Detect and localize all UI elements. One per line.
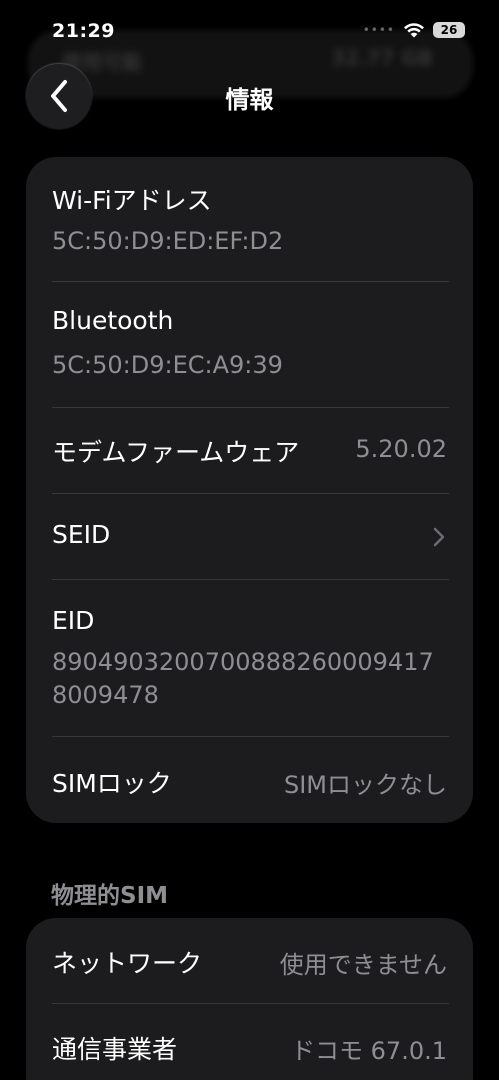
status-time: 21:29 [52,20,115,42]
wifi-address-label: Wi-Fiアドレス [52,186,212,215]
eid-row[interactable]: EID 89049032007008882600094​17 8009478 [52,580,473,737]
seid-label: SEID [52,520,111,549]
network-value: 使用できません [279,951,447,979]
eid-label: EID [52,606,95,635]
battery-indicator: 26 [433,22,465,38]
wifi-address-row[interactable]: Wi-Fiアドレス 5C:50:D9:ED:EF:D2 [52,157,473,282]
modem-firmware-row[interactable]: モデムファームウェア 5.20.02 [52,408,473,494]
carrier-value: ドコモ 67.0.1 [291,1037,447,1065]
device-info-card: Wi-Fiアドレス 5C:50:D9:ED:EF:D2 Bluetooth 5C… [26,157,473,823]
bluetooth-label: Bluetooth [52,306,174,335]
status-indicators: •••• 26 [363,22,465,38]
modem-firmware-label: モデムファームウェア [52,438,300,467]
wifi-icon [404,23,424,38]
settings-about-screen: 使用可能 32.77 GB 21:29 •••• 26 情報 Wi-Fiアドレス… [0,0,499,1080]
eid-value-line2: 8009478 [52,681,159,709]
eid-value-line1: 89049032007008882600094​17 [52,648,434,676]
network-label: ネットワーク [52,949,203,978]
seid-row[interactable]: SEID [52,494,473,580]
carrier-label: 通信事業者 [52,1035,178,1064]
network-row[interactable]: ネットワーク 使用できません [52,918,473,1004]
signal-dots-icon: •••• [362,23,395,37]
sim-lock-label: SIMロック [52,769,172,798]
carrier-row[interactable]: 通信事業者 ドコモ 67.0.1 [52,1004,473,1080]
physical-sim-header: 物理的SIM [51,883,169,909]
blurred-storage-value: 32.77 GB [331,46,433,70]
wifi-address-value: 5C:50:D9:ED:EF:D2 [52,227,284,255]
sim-lock-row[interactable]: SIMロック SIMロックなし [52,737,473,823]
page-title: 情報 [225,86,274,114]
bluetooth-row[interactable]: Bluetooth 5C:50:D9:EC:A9:39 [52,282,473,408]
chevron-right-icon [433,527,445,547]
physical-sim-card: ネットワーク 使用できません 通信事業者 ドコモ 67.0.1 [26,918,473,1080]
sim-lock-value: SIMロックなし [283,771,447,799]
modem-firmware-value: 5.20.02 [355,435,447,463]
bluetooth-value: 5C:50:D9:EC:A9:39 [52,351,283,379]
